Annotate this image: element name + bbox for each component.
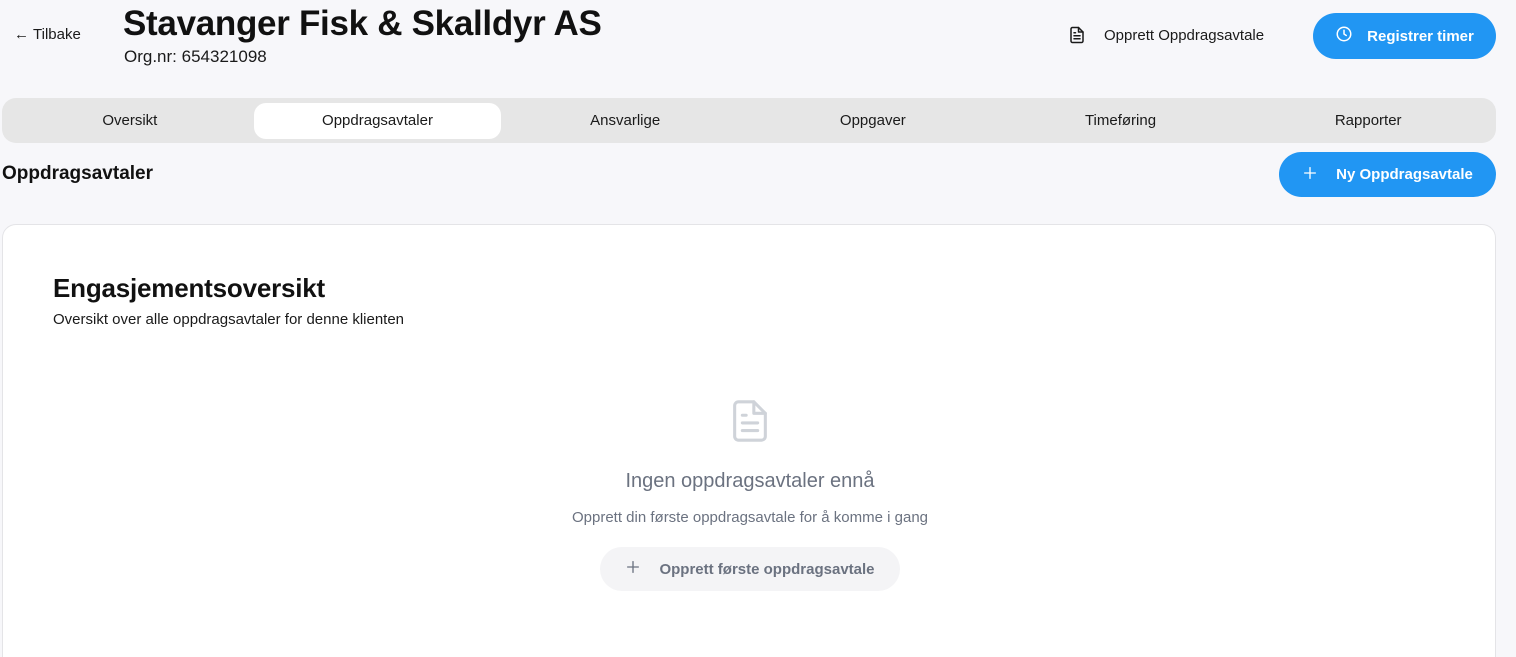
new-agreement-label: Ny Oppdragsavtale — [1336, 166, 1473, 183]
card-subtitle: Oversikt over alle oppdragsavtaler for d… — [53, 311, 405, 328]
register-time-label: Registrer timer — [1367, 27, 1474, 45]
create-first-agreement-button[interactable]: Opprett første oppdragsavtale — [600, 547, 900, 591]
page: ← Tilbake Stavanger Fisk & Skalldyr AS O… — [0, 0, 1516, 657]
document-icon — [1068, 26, 1086, 44]
plus-icon — [625, 559, 641, 579]
empty-document-icon — [727, 395, 773, 452]
org-label: Org.nr: — [124, 47, 177, 66]
empty-state-title: Ingen oppdragsavtaler ennå — [625, 470, 875, 492]
card-title: Engasjementsoversikt — [53, 273, 326, 303]
empty-state-subtitle: Opprett din første oppdragsavtale for å … — [571, 509, 928, 526]
create-first-agreement-label: Opprett første oppdragsavtale — [659, 560, 875, 578]
tab-oppgaver[interactable]: Oppgaver — [749, 103, 997, 139]
back-link[interactable]: ← Tilbake — [14, 26, 81, 43]
register-time-button[interactable]: Registrer timer — [1313, 13, 1496, 59]
create-agreement-label: Opprett Oppdragsavtale — [1104, 26, 1265, 44]
create-agreement-button[interactable]: Opprett Oppdragsavtale — [1068, 26, 1264, 44]
tab-oppdragsavtaler[interactable]: Oppdragsavtaler — [253, 102, 502, 139]
plus-icon — [1302, 165, 1318, 185]
tab-timeforing[interactable]: Timeføring — [997, 103, 1245, 139]
arrow-left-icon: ← — [14, 26, 29, 43]
org-number: 654321098 — [181, 47, 267, 66]
org-number-line: Org.nr: 654321098 — [124, 47, 267, 67]
back-label: Tilbake — [33, 26, 81, 43]
engagement-card: Engasjementsoversikt Oversikt over alle … — [2, 224, 1496, 657]
clock-icon — [1335, 25, 1353, 47]
tab-rapporter[interactable]: Rapporter — [1244, 103, 1492, 139]
client-name: Stavanger Fisk & Skalldyr AS — [123, 4, 602, 43]
tab-oversikt[interactable]: Oversikt — [6, 103, 254, 139]
section-title: Oppdragsavtaler — [2, 163, 153, 184]
tab-ansvarlige[interactable]: Ansvarlige — [501, 103, 749, 139]
new-agreement-button[interactable]: Ny Oppdragsavtale — [1279, 152, 1496, 197]
tab-bar: Oversikt Oppdragsavtaler Ansvarlige Oppg… — [2, 98, 1496, 143]
